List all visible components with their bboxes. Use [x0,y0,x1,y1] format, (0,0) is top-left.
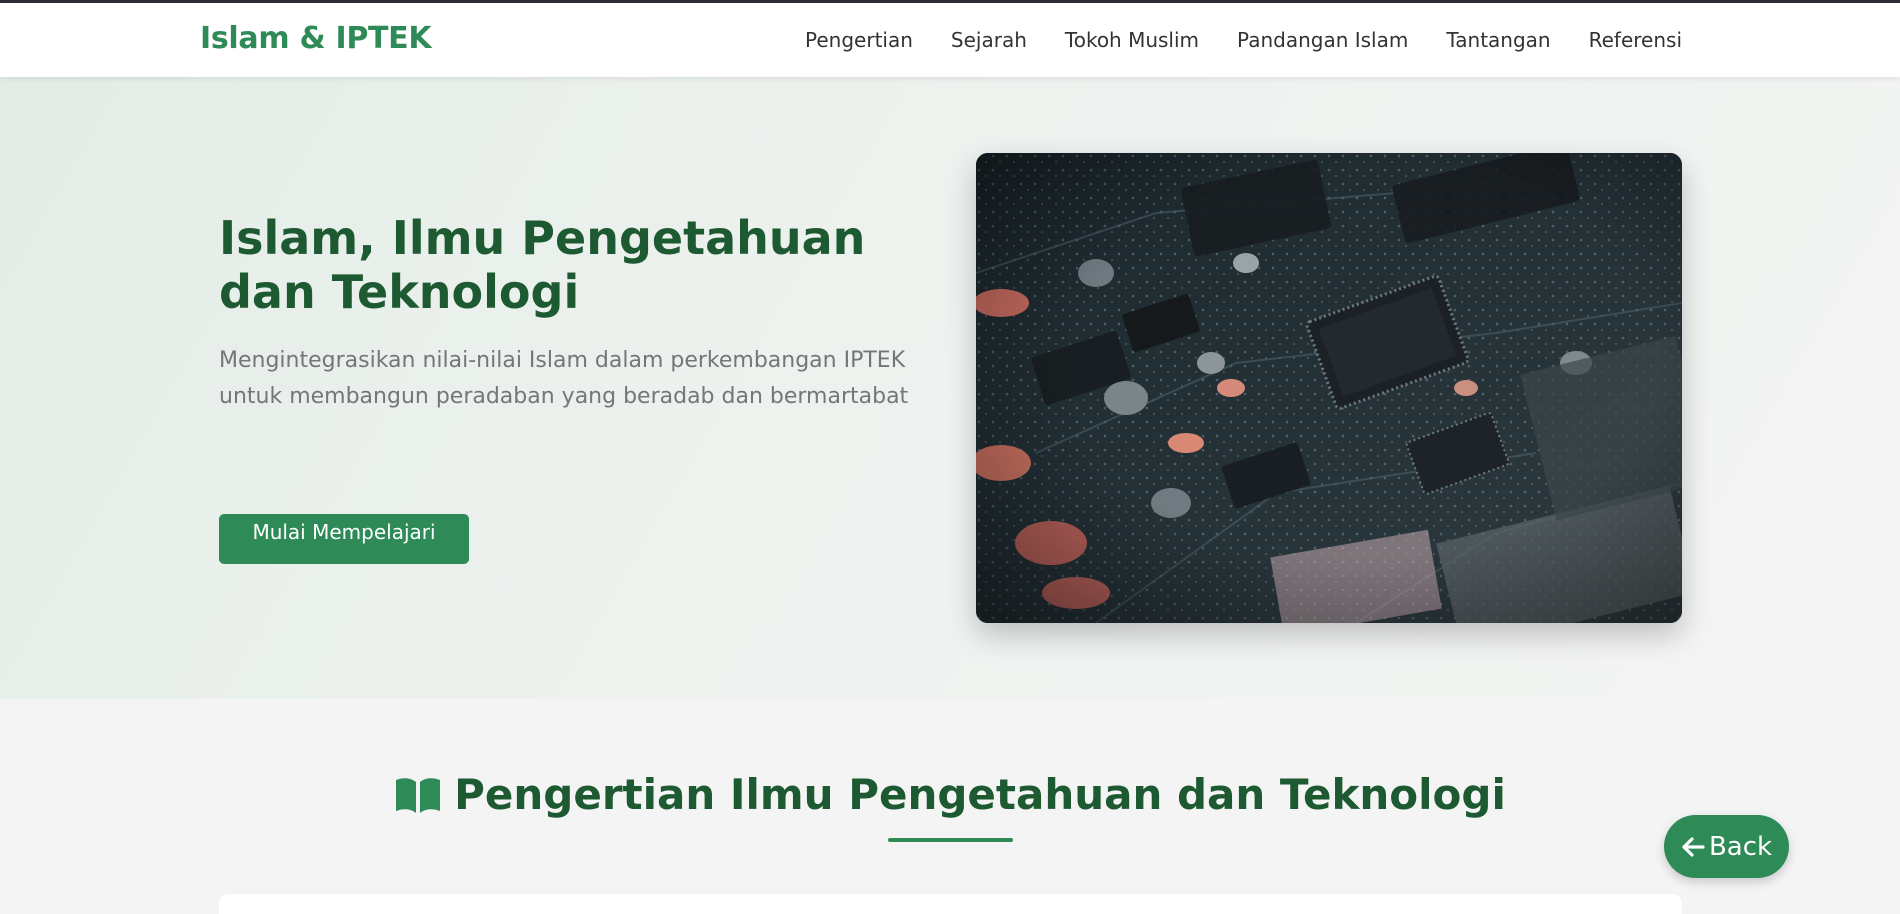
circuit-board-illustration [976,153,1682,623]
navbar: Islam & IPTEK Pengertian Sejarah Tokoh M… [0,3,1900,77]
open-book-icon [396,777,441,813]
nav-link-sejarah[interactable]: Sejarah [951,28,1027,52]
hero-title: Islam, Ilmu Pengetahuan dan Teknologi [219,211,866,319]
site-logo[interactable]: Islam & IPTEK [200,21,432,56]
start-learning-button[interactable]: Mulai Mempelajari [219,514,469,564]
arrow-left-icon [1682,836,1705,857]
hero-subtitle: Mengintegrasikan nilai-nilai Islam dalam… [219,348,909,409]
nav-link-pandangan-islam[interactable]: Pandangan Islam [1237,28,1408,52]
nav-link-referensi[interactable]: Referensi [1589,28,1682,52]
section-header: Pengertian Ilmu Pengetahuan dan Teknolog… [0,770,1900,819]
hero-section: Islam, Ilmu Pengetahuan dan Teknologi Me… [0,77,1900,699]
nav-links: Pengertian Sejarah Tokoh Muslim Pandanga… [805,28,1682,52]
nav-link-tokoh-muslim[interactable]: Tokoh Muslim [1065,28,1199,52]
nav-link-tantangan[interactable]: Tantangan [1446,28,1550,52]
circuit-board-image [976,153,1682,623]
section-title-text: Pengertian Ilmu Pengetahuan dan Teknolog… [454,770,1506,819]
nav-link-pengertian[interactable]: Pengertian [805,28,913,52]
content-card [219,894,1682,914]
back-button[interactable]: Back [1664,815,1789,878]
back-button-label: Back [1708,831,1773,862]
section-underline [888,838,1013,842]
section-title: Pengertian Ilmu Pengetahuan dan Teknolog… [394,770,1506,819]
